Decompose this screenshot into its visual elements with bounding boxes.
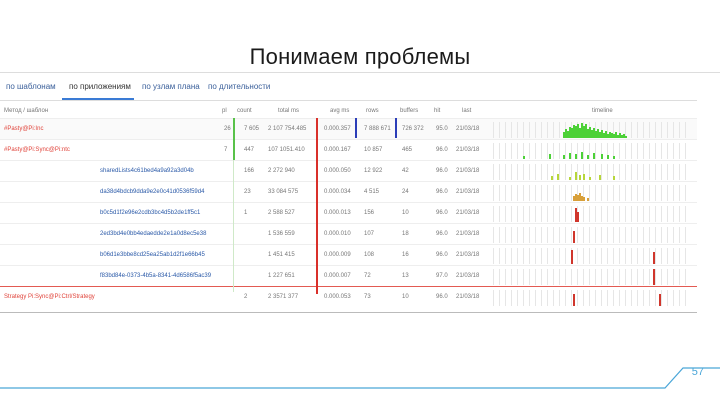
page-number: 57 <box>691 366 704 378</box>
footer-accent-line <box>0 367 720 389</box>
